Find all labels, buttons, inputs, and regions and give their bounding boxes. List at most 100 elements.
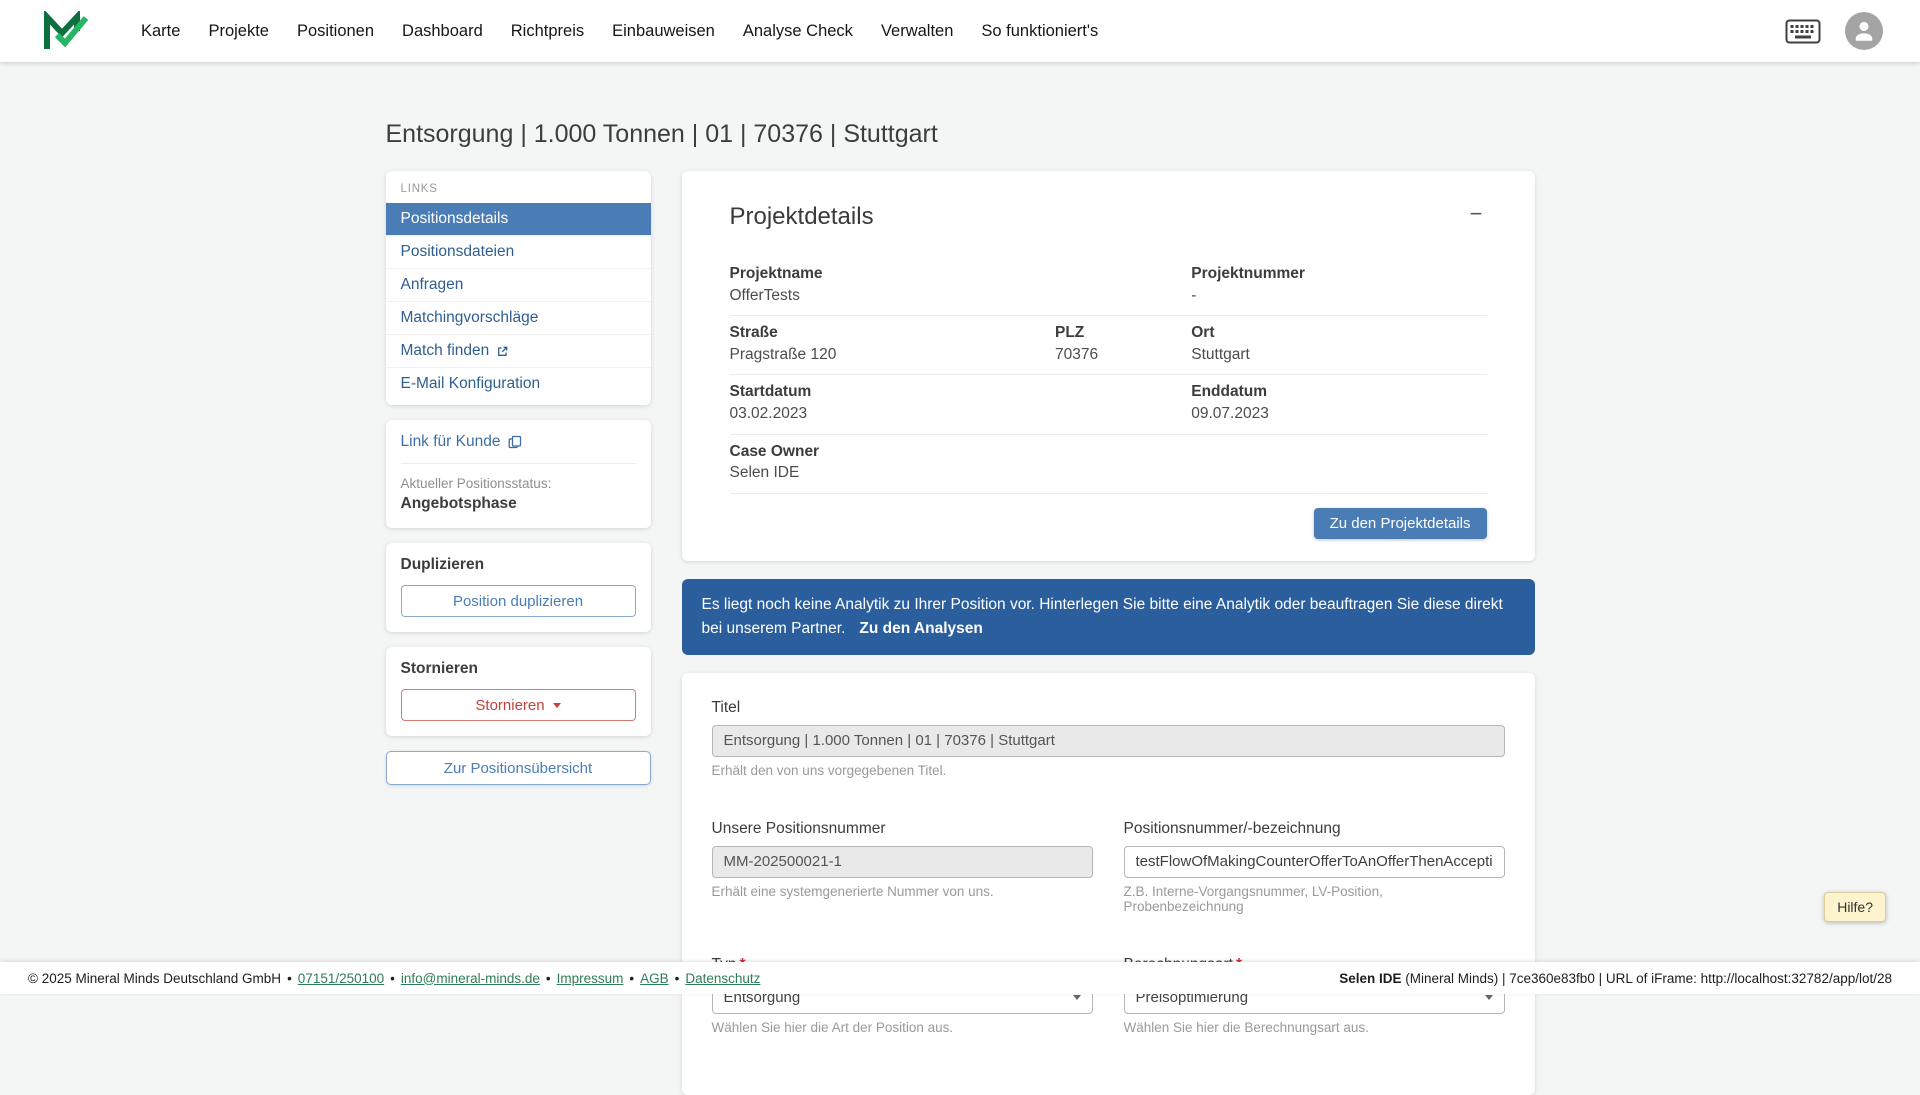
extnr-input[interactable] xyxy=(1124,846,1505,878)
dropdown-arrow-icon xyxy=(1073,995,1081,1000)
collapse-button[interactable]: − xyxy=(1466,203,1487,225)
typ-helper: Wählen Sie hier die Art der Position aus… xyxy=(712,1020,1093,1035)
sidebar-item-matchingvorschlaege[interactable]: Matchingvorschläge xyxy=(386,301,651,334)
separator: • xyxy=(546,971,551,986)
project-details-title: Projektdetails xyxy=(730,203,874,231)
project-field: Ort Stuttgart xyxy=(1191,324,1486,364)
separator: • xyxy=(390,971,395,986)
position-form-card: Titel Erhält den von uns vorgegebenen Ti… xyxy=(682,673,1535,1095)
status-card: Link für Kunde Aktueller Positionsstatus… xyxy=(386,420,651,528)
extnr-helper: Z.B. Interne-Vorgangsnummer, LV-Position… xyxy=(1124,884,1505,914)
cancel-button-label: Stornieren xyxy=(475,697,544,714)
separator: • xyxy=(287,971,292,986)
main-nav: Karte Projekte Positionen Dashboard Rich… xyxy=(141,22,1098,41)
nav-item-dashboard[interactable]: Dashboard xyxy=(402,22,483,41)
project-field: Straße Pragstraße 120 xyxy=(730,324,1056,364)
analytics-banner: Es liegt noch keine Analytik zu Ihrer Po… xyxy=(682,579,1535,655)
duplicate-heading: Duplizieren xyxy=(401,556,636,574)
berechnungsart-helper: Wählen Sie hier die Berechnungsart aus. xyxy=(1124,1020,1505,1035)
nav-item-analyse-check[interactable]: Analyse Check xyxy=(743,22,853,41)
posnr-label: Unsere Positionsnummer xyxy=(712,820,1093,838)
customer-link-label: Link für Kunde xyxy=(401,433,501,451)
dropdown-arrow-icon xyxy=(1485,995,1493,1000)
footer-session-details: (Mineral Minds) | 7ce360e83fb0 | URL of … xyxy=(1401,971,1892,986)
page-container: Entsorgung | 1.000 Tonnen | 01 | 70376 |… xyxy=(386,0,1535,1095)
sidebar-item-email-konfiguration[interactable]: E-Mail Konfiguration xyxy=(386,367,651,400)
project-details-link-button[interactable]: Zu den Projektdetails xyxy=(1314,508,1487,539)
titel-label: Titel xyxy=(712,699,1505,717)
project-field: PLZ 70376 xyxy=(1055,324,1191,364)
logo-icon xyxy=(43,11,89,51)
project-details-card: Projektdetails − Projektname OfferTests … xyxy=(682,171,1535,561)
main-column: Projektdetails − Projektname OfferTests … xyxy=(682,171,1535,1095)
project-field-row: Startdatum 03.02.2023 Enddatum 09.07.202… xyxy=(730,375,1487,434)
project-field-row: Straße Pragstraße 120 PLZ 70376 Ort Stut… xyxy=(730,316,1487,375)
separator: • xyxy=(629,971,634,986)
sidebar-item-label: Match finden xyxy=(401,342,490,360)
footer-left: © 2025 Mineral Minds Deutschland GmbH • … xyxy=(28,971,760,986)
analyses-link[interactable]: Zu den Analysen xyxy=(859,620,982,637)
links-card: LINKS Positionsdetails Positionsdateien … xyxy=(386,171,651,405)
copy-icon xyxy=(508,435,522,449)
project-field: Projektname OfferTests xyxy=(730,265,1056,305)
project-field: Projektnummer - xyxy=(1191,265,1486,305)
external-number-field-group: Positionsnummer/-bezeichnung Z.B. Intern… xyxy=(1124,820,1505,914)
datenschutz-link[interactable]: Datenschutz xyxy=(685,971,760,986)
avatar xyxy=(1845,12,1883,50)
nav-item-einbauweisen[interactable]: Einbauweisen xyxy=(612,22,715,41)
sidebar-item-match-finden[interactable]: Match finden xyxy=(386,334,651,367)
position-status-label: Aktueller Positionsstatus: xyxy=(401,476,636,491)
nav-item-karte[interactable]: Karte xyxy=(141,22,180,41)
nav-item-projekte[interactable]: Projekte xyxy=(208,22,269,41)
copyright-text: © 2025 Mineral Minds Deutschland GmbH xyxy=(28,971,281,986)
project-field: Enddatum 09.07.2023 xyxy=(1191,383,1486,423)
keyboard-button[interactable] xyxy=(1785,19,1821,44)
nav-item-positionen[interactable]: Positionen xyxy=(297,22,374,41)
duplicate-position-button[interactable]: Position duplizieren xyxy=(401,585,636,617)
titel-helper: Erhält den von uns vorgegebenen Titel. xyxy=(712,763,1505,778)
sidebar-item-positionsdetails[interactable]: Positionsdetails xyxy=(386,203,651,235)
cancel-position-button[interactable]: Stornieren xyxy=(401,689,636,721)
footer: © 2025 Mineral Minds Deutschland GmbH • … xyxy=(0,962,1920,994)
separator: • xyxy=(675,971,680,986)
titel-input xyxy=(712,725,1505,757)
nav-item-verwalten[interactable]: Verwalten xyxy=(881,22,953,41)
cancel-card: Stornieren Stornieren xyxy=(386,647,651,736)
impressum-link[interactable]: Impressum xyxy=(557,971,624,986)
position-status-value: Angebotsphase xyxy=(401,495,636,513)
logo[interactable] xyxy=(43,11,89,51)
posnr-input xyxy=(712,846,1093,878)
agb-link[interactable]: AGB xyxy=(640,971,669,986)
project-field: Case Owner Selen IDE xyxy=(730,443,1056,483)
account-menu-button[interactable] xyxy=(1845,12,1883,50)
project-fields: Projektname OfferTests Projektnummer - S… xyxy=(730,257,1487,494)
analytics-banner-text: Es liegt noch keine Analytik zu Ihrer Po… xyxy=(702,596,1503,637)
project-field: Startdatum 03.02.2023 xyxy=(730,383,1056,423)
footer-user: Selen IDE xyxy=(1339,971,1401,986)
project-field-row: Case Owner Selen IDE xyxy=(730,435,1487,494)
nav-item-richtpreis[interactable]: Richtpreis xyxy=(511,22,584,41)
links-header: LINKS xyxy=(386,179,651,203)
position-overview-button[interactable]: Zur Positionsübersicht xyxy=(386,751,651,785)
navbar-right xyxy=(1785,12,1883,50)
person-icon xyxy=(1851,18,1877,44)
caret-down-icon xyxy=(553,703,561,708)
sidebar: LINKS Positionsdetails Positionsdateien … xyxy=(386,171,651,785)
customer-link[interactable]: Link für Kunde xyxy=(401,433,636,464)
nav-item-so-funktionierts[interactable]: So funktioniert's xyxy=(981,22,1098,41)
keyboard-icon xyxy=(1785,19,1821,44)
sidebar-item-anfragen[interactable]: Anfragen xyxy=(386,268,651,301)
top-navbar: Karte Projekte Positionen Dashboard Rich… xyxy=(0,0,1920,62)
position-number-field-group: Unsere Positionsnummer Erhält eine syste… xyxy=(712,820,1093,914)
duplicate-card: Duplizieren Position duplizieren xyxy=(386,543,651,632)
footer-session-info: Selen IDE (Mineral Minds) | 7ce360e83fb0… xyxy=(1339,971,1892,986)
help-button[interactable]: Hilfe? xyxy=(1824,892,1886,922)
email-link[interactable]: info@mineral-minds.de xyxy=(401,971,540,986)
sidebar-item-positionsdateien[interactable]: Positionsdateien xyxy=(386,235,651,268)
phone-link[interactable]: 07151/250100 xyxy=(298,971,384,986)
external-link-icon xyxy=(496,345,509,358)
page-title: Entsorgung | 1.000 Tonnen | 01 | 70376 |… xyxy=(386,120,1535,149)
project-field-row: Projektname OfferTests Projektnummer - xyxy=(730,257,1487,316)
posnr-helper: Erhält eine systemgenerierte Nummer von … xyxy=(712,884,1093,899)
extnr-label: Positionsnummer/-bezeichnung xyxy=(1124,820,1505,838)
